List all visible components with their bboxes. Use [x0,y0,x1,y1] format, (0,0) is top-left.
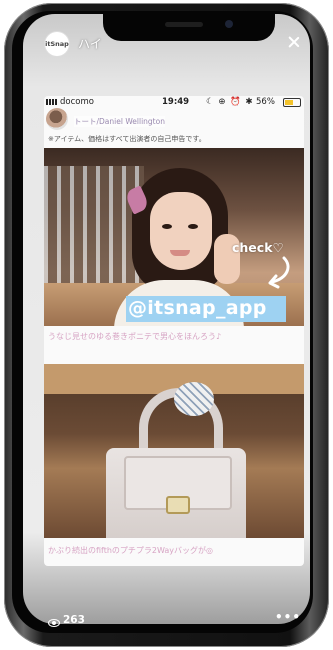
profile-avatar[interactable] [46,108,68,130]
status-icons: ☾ ⊕ ⏰ ✱ [206,97,254,107]
battery-fill [285,100,293,105]
bag-photo [44,364,304,538]
model-eye [188,224,198,229]
model-face [150,192,212,270]
battery-percent: 56% [256,97,275,107]
brand-credit-text: トート/Daniel Wellington [74,117,165,126]
model-eye [162,224,172,229]
inner-status-bar: docomo 19:49 ☾ ⊕ ⏰ ✱ 56% [46,97,308,108]
viewer-count[interactable]: 263 [63,614,85,626]
photo-caption-1: うなじ見せのゆる巻きポニテで男心をほんろう♪ [48,332,222,341]
status-time: 19:49 [162,97,190,107]
curved-arrow-icon [268,256,290,289]
check-label: check♡ [232,240,284,255]
disclaimer-note: ※アイテム、価格はすべて出演者の自己申告です。 [48,135,206,143]
model-smile [170,250,190,256]
brand-credit[interactable]: トート/Daniel Wellington [46,108,165,130]
bag-scarf [174,382,214,416]
eye-icon [48,619,60,627]
photo-caption-2: かぶり続出のfifthのプチプラ2Wayバッグが◎ [48,546,214,555]
battery-icon [283,98,301,107]
story-avatar[interactable]: itSnap [45,32,69,56]
signal-icon [46,99,58,105]
more-options-icon[interactable]: ••• [275,610,301,624]
phone-mockup: itSnap ハイ docomo 19:49 ☾ ⊕ ⏰ ✱ 56% トート/D… [0,0,333,650]
phone-notch [103,14,275,41]
beer-taps [44,166,144,286]
account-handle[interactable]: @itsnap_app [128,297,267,319]
carrier-label: docomo [60,97,94,107]
close-icon[interactable] [288,36,300,48]
bag-clasp [166,496,190,514]
model-photo: check♡ @itsnap_app [44,148,304,326]
story-title: ハイ [78,37,102,51]
